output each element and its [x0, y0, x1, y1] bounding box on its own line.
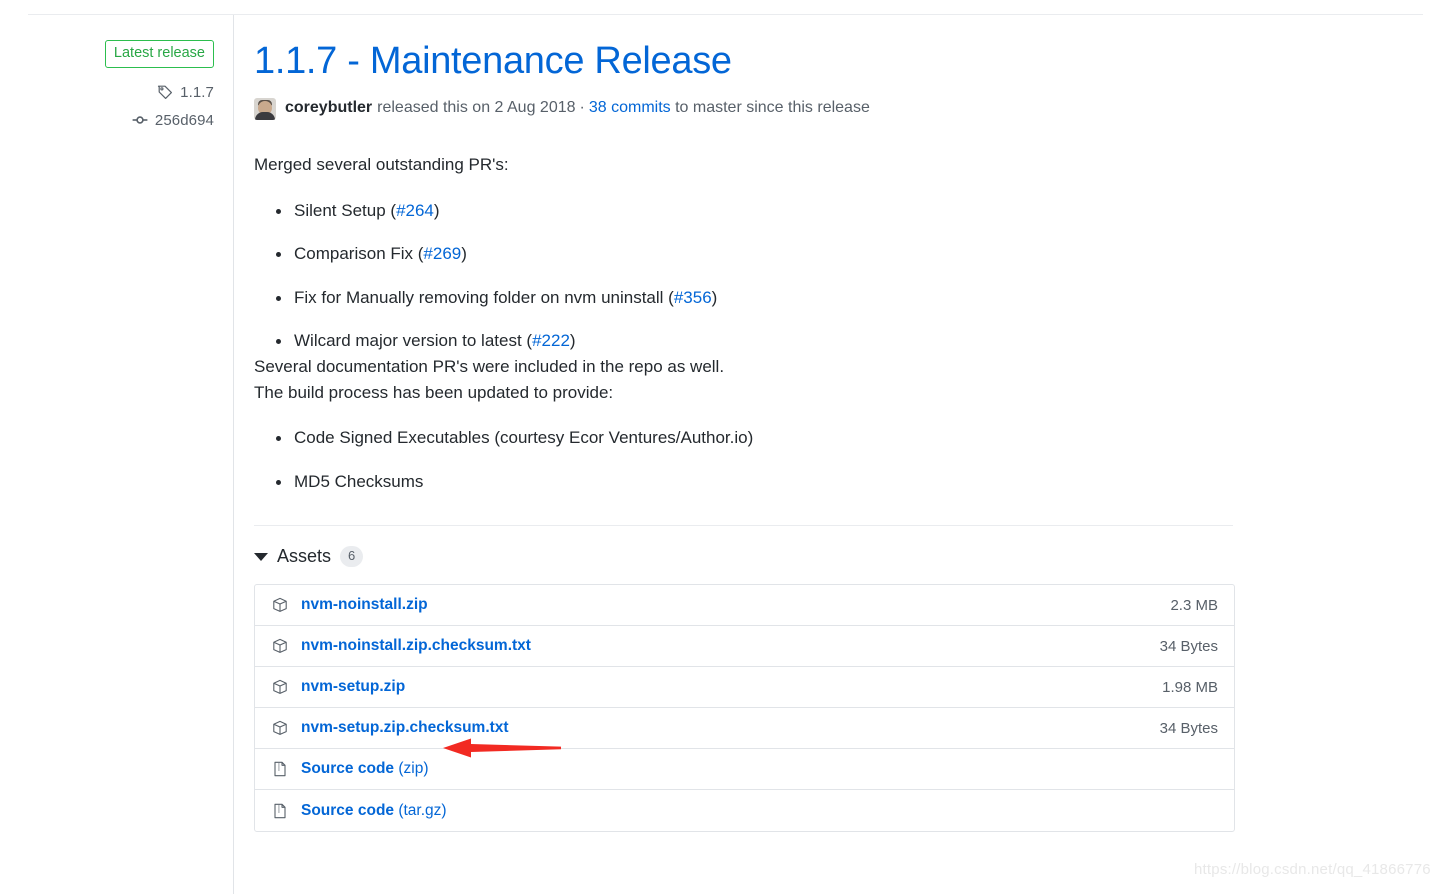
- release-tag[interactable]: 1.1.7: [28, 84, 214, 101]
- pr-text: Silent Setup (: [294, 201, 397, 221]
- section-divider: [254, 525, 1233, 527]
- asset-filename: Source code: [301, 801, 395, 819]
- pr-text: Comparison Fix (: [294, 244, 424, 264]
- asset-filename: nvm-setup.zip: [301, 678, 406, 696]
- asset-link[interactable]: nvm-setup.zip.checksum.txt: [301, 719, 1160, 737]
- table-row[interactable]: Source code (zip): [255, 749, 1234, 791]
- asset-size: 1.98 MB: [1162, 678, 1218, 696]
- docs-paragraph: Several documentation PR's were included…: [254, 357, 725, 377]
- pr-ref-link[interactable]: #356: [674, 288, 712, 307]
- pr-close: ): [461, 244, 467, 264]
- asset-size: 34 Bytes: [1159, 719, 1218, 737]
- asset-link[interactable]: Source code (zip): [301, 760, 1218, 778]
- tag-value: 1.1.7: [180, 83, 214, 101]
- table-row[interactable]: nvm-setup.zip.checksum.txt 34 Bytes: [255, 708, 1234, 750]
- intro-paragraph: Merged several outstanding PR's:: [254, 154, 509, 174]
- pr-ref-link[interactable]: #269: [423, 244, 461, 263]
- caret-down-icon[interactable]: [254, 552, 268, 561]
- build-list: Code Signed Executables (courtesy Ecor V…: [254, 425, 1244, 495]
- commits-link[interactable]: 38 commits: [589, 98, 671, 119]
- file-zip-icon: [271, 802, 289, 820]
- table-row[interactable]: nvm-noinstall.zip 2.3 MB: [255, 585, 1234, 627]
- asset-size: 34 Bytes: [1159, 637, 1218, 655]
- release-page: Latest release 1.1.7 256d694 1.1.7 - Mai…: [0, 0, 1443, 894]
- list-item: Fix for Manually removing folder on nvm …: [276, 285, 1244, 311]
- package-icon: [271, 719, 289, 737]
- package-icon: [271, 596, 289, 614]
- asset-filename: nvm-setup.zip.checksum.txt: [301, 719, 509, 737]
- tag-icon: [157, 84, 173, 100]
- build-paragraph: The build process has been updated to pr…: [254, 382, 614, 402]
- released-on-text: released this on 2 Aug 2018: [377, 99, 576, 117]
- page-title[interactable]: 1.1.7 - Maintenance Release: [254, 40, 1244, 84]
- pr-list: Silent Setup (#264) Comparison Fix (#269…: [254, 198, 1244, 354]
- list-item: Wilcard major version to latest (#222): [276, 328, 1244, 354]
- asset-filename: nvm-noinstall.zip.checksum.txt: [301, 637, 531, 655]
- release-commit[interactable]: 256d694: [28, 112, 214, 129]
- asset-link[interactable]: nvm-setup.zip: [301, 678, 1162, 696]
- asset-link[interactable]: nvm-noinstall.zip.checksum.txt: [301, 637, 1160, 655]
- package-icon: [271, 678, 289, 696]
- release-byline: coreybutler released this on 2 Aug 2018 …: [254, 97, 1244, 120]
- list-item: MD5 Checksums: [276, 469, 1244, 495]
- sidebar-main-divider: [233, 15, 234, 894]
- package-icon: [271, 637, 289, 655]
- release-main: 1.1.7 - Maintenance Release coreybutler …: [254, 40, 1244, 833]
- asset-filename: nvm-noinstall.zip: [301, 596, 428, 614]
- asset-link[interactable]: nvm-noinstall.zip: [301, 596, 1170, 614]
- list-item: Comparison Fix (#269): [276, 241, 1244, 267]
- pr-close: ): [569, 331, 576, 351]
- avatar[interactable]: [254, 97, 276, 120]
- release-title-text: 1.1.7 - Maintenance Release: [254, 40, 732, 82]
- byline-separator: ·: [579, 99, 585, 117]
- pr-close: ): [433, 201, 440, 221]
- asset-format: (zip): [394, 760, 429, 778]
- table-row[interactable]: nvm-noinstall.zip.checksum.txt 34 Bytes: [255, 626, 1234, 668]
- asset-link[interactable]: Source code (tar.gz): [301, 802, 1218, 820]
- watermark-text: https://blog.csdn.net/qq_41866776: [1194, 861, 1431, 878]
- commit-sha: 256d694: [154, 111, 214, 129]
- assets-table: nvm-noinstall.zip 2.3 MB nvm-noinstall.z…: [254, 584, 1235, 833]
- pr-ref-link[interactable]: #264: [396, 201, 434, 220]
- assets-label: Assets: [277, 546, 332, 567]
- pr-text: Fix for Manually removing folder on nvm …: [294, 287, 674, 307]
- pr-ref-link[interactable]: #222: [532, 331, 570, 350]
- asset-format: (tar.gz): [394, 801, 447, 819]
- commits-suffix-text: to master since this release: [675, 99, 870, 117]
- pr-close: ): [711, 287, 718, 307]
- list-item: Silent Setup (#264): [276, 198, 1244, 224]
- asset-filename: Source code: [301, 760, 395, 778]
- release-sidebar: Latest release 1.1.7 256d694: [28, 40, 214, 129]
- commit-icon: [132, 112, 148, 128]
- assets-header[interactable]: Assets 6: [254, 546, 1244, 567]
- file-zip-icon: [271, 760, 289, 778]
- table-row[interactable]: nvm-setup.zip 1.98 MB: [255, 667, 1234, 709]
- release-notes: Merged several outstanding PR's: Silent …: [254, 152, 1244, 495]
- top-divider: [28, 14, 1423, 15]
- assets-count-badge: 6: [340, 546, 364, 567]
- pr-text: Wilcard major version to latest (: [294, 331, 533, 351]
- latest-release-badge: Latest release: [104, 40, 214, 68]
- list-item: Code Signed Executables (courtesy Ecor V…: [276, 425, 1244, 451]
- asset-size: 2.3 MB: [1170, 596, 1218, 614]
- author-name[interactable]: coreybutler: [285, 98, 372, 119]
- table-row[interactable]: Source code (tar.gz): [255, 790, 1234, 831]
